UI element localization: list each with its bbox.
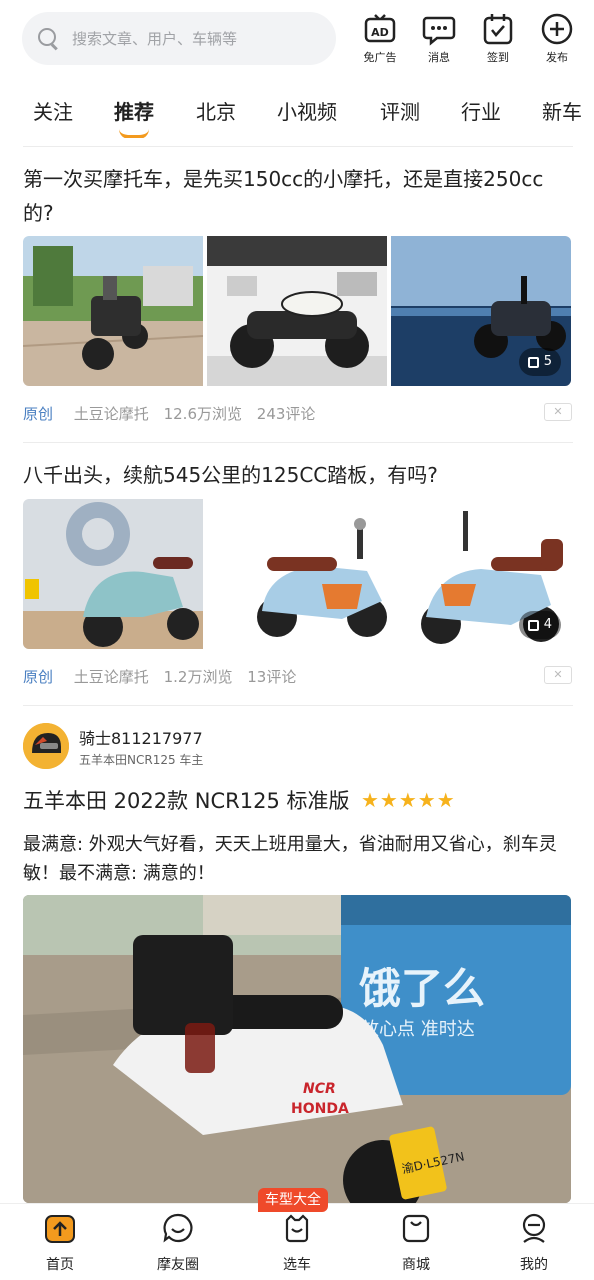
box-brand-text: 饿了么 [359,964,485,1013]
tab-new-cars[interactable]: 新车 [542,96,582,125]
article-image[interactable] [23,236,203,386]
top-bar: 搜索文章、用户、车辆等 AD 免广告 消息 签到 发布 [0,0,594,80]
publish-label: 发布 [546,51,568,64]
article-title[interactable]: 第一次买摩托车，是先买150cc的小摩托，还是直接250cc的? [23,162,563,230]
article-title[interactable]: 八千出头，续航545公里的125CC踏板，有吗? [23,458,563,492]
nav-moyouquan[interactable]: 摩友圈 [138,1212,218,1274]
motorcycle-photo [23,236,203,386]
search-bar[interactable]: 搜索文章、用户、车辆等 [22,12,336,65]
ad-icon: AD [364,14,396,43]
original-tag: 原创 [23,405,54,423]
checkin-button[interactable]: 签到 [475,12,521,65]
nav-choose-car[interactable]: 选车 [257,1212,337,1274]
motorcycle-photo [207,236,387,386]
article-meta: 原创 土豆论摩托 12.6万浏览 243评论 [23,403,325,424]
article-image[interactable] [207,236,387,386]
comment-count: 13评论 [247,668,297,686]
active-tab-indicator [119,129,149,138]
article-image[interactable] [207,499,387,649]
bike-model-text: NCR [303,1081,336,1097]
dismiss-button[interactable]: ✕ [544,666,572,684]
article-image[interactable]: 4 [391,499,571,649]
nav-home-label: 首页 [46,1257,74,1273]
nav-home[interactable]: 首页 [20,1212,100,1274]
tab-recommend-label: 推荐 [114,100,154,124]
plus-icon [541,13,573,45]
article-meta: 原创 土豆论摩托 1.2万浏览 13评论 [23,666,306,687]
nav-mine-label: 我的 [520,1257,548,1273]
scooter-delivery-photo: 饿了么 放心点 准时达 NCR HONDA 渝D·L527N [23,895,571,1203]
nav-shop[interactable]: 商城 [376,1212,456,1274]
article-image[interactable] [23,499,203,649]
avatar[interactable] [23,723,69,769]
message-icon [422,16,456,46]
divider [23,442,573,443]
checkin-icon [483,14,513,45]
checkin-label: 签到 [487,51,509,64]
dismiss-button[interactable]: ✕ [544,403,572,421]
nav-choose-car-label: 选车 [283,1257,311,1273]
author-name[interactable]: 土豆论摩托 [74,668,149,686]
car-catalog-badge[interactable]: 车型大全 [258,1188,328,1212]
tab-follow[interactable]: 关注 [33,96,73,125]
publish-button[interactable]: 发布 [534,12,580,65]
no-ads-label: 免广告 [363,51,397,64]
search-placeholder: 搜索文章、用户、车辆等 [72,30,238,48]
tab-industry[interactable]: 行业 [461,96,501,125]
username[interactable]: 骑士811217977 [79,725,203,749]
comment-count: 243评论 [256,405,316,423]
nav-mine[interactable]: 我的 [494,1212,574,1274]
divider [23,705,573,706]
profile-icon [522,1213,546,1243]
no-ads-button[interactable]: AD 免广告 [357,12,403,65]
messages-button[interactable]: 消息 [416,12,462,65]
review-model-title[interactable]: 五羊本田 2022款 NCR125 标准版 [23,785,350,815]
owner-badge: 五羊本田NCR125 车主 [79,753,204,767]
divider [23,146,573,147]
images-icon [527,619,539,631]
nav-moyouquan-label: 摩友圈 [157,1257,199,1273]
scooter-photo [23,499,203,649]
review-text[interactable]: 最满意: 外观大气好看，天天上班用量大，省油耐用又省心，刹车灵敏！最不满意: 满… [23,830,573,888]
image-count-badge: 4 [518,611,561,639]
view-count: 1.2万浏览 [163,668,233,686]
review-image[interactable]: 饿了么 放心点 准时达 NCR HONDA 渝D·L527N [23,895,571,1203]
view-count: 12.6万浏览 [163,405,242,423]
messages-label: 消息 [428,51,450,64]
tab-recommend[interactable]: 推荐 [114,96,154,138]
shop-bag-icon [402,1214,430,1243]
chat-icon [163,1213,193,1243]
original-tag: 原创 [23,668,54,686]
search-icon [38,27,60,50]
article-image[interactable]: 5 [391,236,571,386]
images-icon [527,356,539,368]
image-count: 5 [543,354,552,369]
tab-short-video[interactable]: 小视频 [277,96,337,125]
bike-brand-text: HONDA [291,1101,349,1117]
bottom-nav: 首页 摩友圈 选车 商城 我的 [0,1203,594,1280]
author-name[interactable]: 土豆论摩托 [74,405,149,423]
tab-review[interactable]: 评测 [380,96,420,125]
tab-beijing[interactable]: 北京 [196,96,236,125]
rating-stars: ★★★★★ [361,788,456,812]
car-select-icon [285,1214,309,1243]
image-count: 4 [543,617,552,632]
scooter-photo [207,499,387,649]
channel-tabs: 关注 推荐 北京 小视频 评测 行业 新车 [0,88,594,138]
svg-text:AD: AD [371,26,389,39]
nav-shop-label: 商城 [402,1257,430,1273]
helmet-avatar-icon [23,723,69,769]
home-icon [45,1215,75,1243]
image-count-badge: 5 [518,348,561,376]
